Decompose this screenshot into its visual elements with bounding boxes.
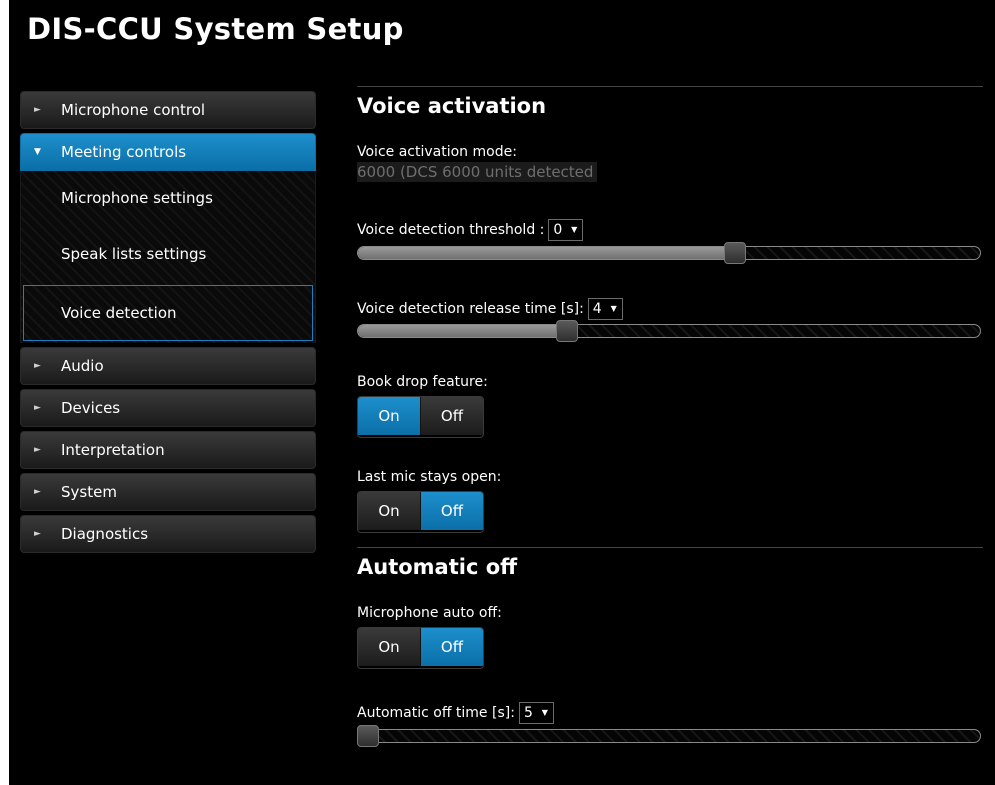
- book-drop-toggle: On Off: [357, 396, 484, 438]
- threshold-slider-handle[interactable]: [724, 242, 746, 264]
- last-mic-off-button[interactable]: Off: [420, 492, 483, 530]
- dropdown-caret-icon: ▼: [610, 304, 617, 313]
- voice-activation-mode-label: Voice activation mode:: [357, 144, 517, 160]
- section-title-automatic-off: Automatic off: [357, 555, 518, 579]
- submenu-item-label: Speak lists settings: [61, 245, 207, 263]
- last-mic-label: Last mic stays open:: [357, 469, 502, 485]
- submenu-item-label: Voice detection: [61, 304, 177, 322]
- last-mic-toggle: On Off: [357, 491, 484, 533]
- release-time-slider[interactable]: [357, 324, 981, 338]
- release-time-slider-handle[interactable]: [556, 320, 578, 342]
- auto-off-on-button[interactable]: On: [358, 628, 420, 666]
- meeting-controls-submenu: Microphone settings Speak lists settings…: [20, 171, 316, 343]
- caret-right-icon: ►: [34, 361, 41, 371]
- caret-down-icon: ▼: [34, 147, 41, 157]
- sidebar-nav: ► Microphone control ▼ Meeting controls …: [20, 91, 316, 557]
- caret-right-icon: ►: [34, 529, 41, 539]
- submenu-item-speak-lists-settings[interactable]: Speak lists settings: [21, 227, 315, 283]
- section-title-voice-activation: Voice activation: [357, 94, 547, 118]
- auto-off-time-select[interactable]: 5 ▼: [518, 702, 554, 724]
- caret-right-icon: ►: [34, 487, 41, 497]
- sidebar-item-label: Audio: [61, 357, 104, 375]
- voice-detection-release-label: Voice detection release time [s]: 4 ▼: [357, 298, 623, 320]
- dropdown-caret-icon: ▼: [541, 708, 548, 717]
- settings-panel: Voice activation Voice activation mode: …: [357, 0, 983, 785]
- page-title: DIS-CCU System Setup: [27, 12, 404, 46]
- sidebar-item-diagnostics[interactable]: ► Diagnostics: [20, 515, 316, 553]
- threshold-slider[interactable]: [357, 246, 981, 260]
- voice-detection-threshold-label: Voice detection threshold :0 ▼: [357, 219, 584, 241]
- sidebar-item-label: Microphone control: [61, 101, 206, 119]
- auto-off-off-button[interactable]: Off: [420, 628, 483, 666]
- auto-off-time-select-value: 5: [523, 705, 533, 721]
- sidebar-item-label: Meeting controls: [61, 143, 187, 161]
- submenu-item-voice-detection[interactable]: Voice detection: [23, 285, 313, 341]
- slider-fill: [358, 247, 732, 259]
- sidebar-item-label: System: [61, 483, 117, 501]
- sidebar-item-devices[interactable]: ► Devices: [20, 389, 316, 427]
- auto-off-time-slider[interactable]: [357, 729, 981, 743]
- automatic-off-time-label: Automatic off time [s]: 5 ▼: [357, 702, 554, 724]
- app-window: DIS-CCU System Setup ► Microphone contro…: [9, 0, 995, 785]
- sidebar-item-system[interactable]: ► System: [20, 473, 316, 511]
- release-time-select[interactable]: 4 ▼: [587, 298, 623, 320]
- caret-right-icon: ►: [34, 445, 41, 455]
- sidebar-item-interpretation[interactable]: ► Interpretation: [20, 431, 316, 469]
- threshold-select[interactable]: 0 ▼: [548, 219, 584, 241]
- threshold-label-text: Voice detection threshold :: [357, 222, 545, 238]
- sidebar-item-microphone-control[interactable]: ► Microphone control: [20, 91, 316, 129]
- dropdown-caret-icon: ▼: [571, 225, 578, 234]
- threshold-select-value: 0: [553, 222, 563, 238]
- auto-off-time-slider-handle[interactable]: [357, 725, 379, 747]
- divider: [357, 547, 983, 548]
- microphone-auto-off-label: Microphone auto off:: [357, 605, 502, 621]
- sidebar-item-meeting-controls[interactable]: ▼ Meeting controls: [20, 133, 316, 171]
- submenu-item-microphone-settings[interactable]: Microphone settings: [21, 171, 315, 227]
- caret-right-icon: ►: [34, 403, 41, 413]
- sidebar-item-label: Diagnostics: [61, 525, 149, 543]
- sidebar-item-audio[interactable]: ► Audio: [20, 347, 316, 385]
- voice-activation-mode-value: 6000 (DCS 6000 units detected: [357, 162, 598, 182]
- auto-off-toggle: On Off: [357, 627, 484, 669]
- book-drop-off-button[interactable]: Off: [420, 397, 483, 435]
- book-drop-on-button[interactable]: On: [358, 397, 420, 435]
- release-label-text: Voice detection release time [s]:: [357, 301, 584, 317]
- last-mic-on-button[interactable]: On: [358, 492, 420, 530]
- slider-fill: [358, 325, 564, 337]
- sidebar-item-label: Devices: [61, 399, 121, 417]
- sidebar-item-label: Interpretation: [61, 441, 165, 459]
- caret-right-icon: ►: [34, 105, 41, 115]
- book-drop-label: Book drop feature:: [357, 374, 488, 390]
- release-select-value: 4: [592, 301, 602, 317]
- submenu-item-label: Microphone settings: [61, 189, 213, 207]
- divider: [357, 86, 983, 87]
- auto-off-time-label-text: Automatic off time [s]:: [357, 705, 515, 721]
